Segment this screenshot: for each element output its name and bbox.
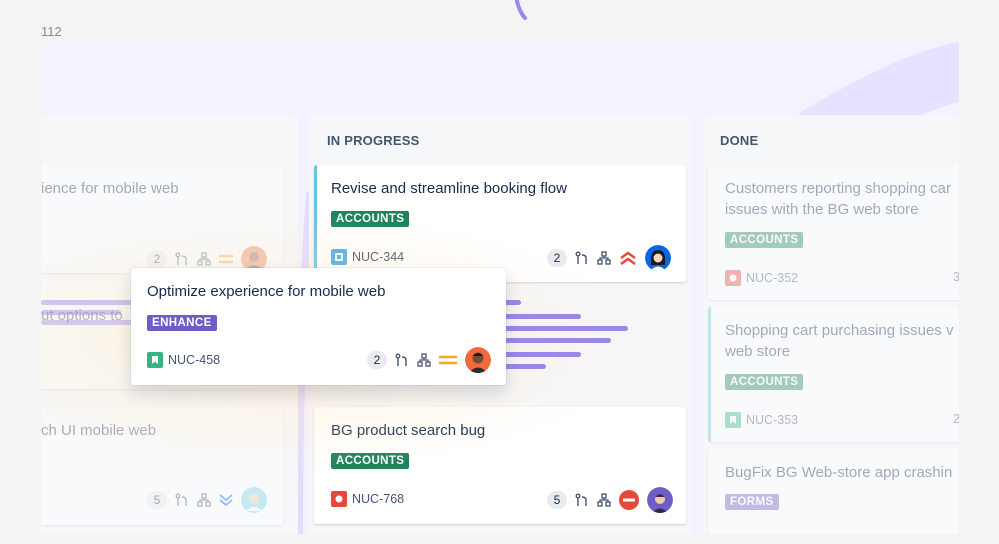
issue-key-text: NUC-352 xyxy=(746,271,799,285)
hierarchy-icon xyxy=(197,493,211,507)
card-accent-bar xyxy=(708,307,711,442)
pull-request-icon xyxy=(175,252,187,265)
card-title: ience for mobile web xyxy=(41,180,179,197)
card-meta: 2 xyxy=(547,245,671,271)
avatar xyxy=(241,487,267,513)
bug-icon xyxy=(331,491,347,507)
subtask-icon xyxy=(331,249,347,265)
label-lozenge[interactable]: ACCOUNTS xyxy=(725,232,804,248)
speed-line xyxy=(501,326,628,331)
speed-line xyxy=(41,320,136,325)
card-bugfix[interactable]: BugFix BG Web-store app crashin FORMS xyxy=(708,449,959,534)
card-meta: 5 xyxy=(547,487,673,513)
card-left-1[interactable]: ience for mobile web 2 xyxy=(41,165,283,273)
hierarchy-icon xyxy=(597,493,611,507)
card-left-3[interactable]: ch UI mobile web 5 xyxy=(41,407,283,525)
story-points-badge: 5 xyxy=(547,491,567,509)
dragged-card-nuc-458[interactable]: Optimize experience for mobile web ENHAN… xyxy=(131,268,506,385)
issue-key-text: NUC-353 xyxy=(746,413,799,427)
label-lozenge[interactable]: ENHANCE xyxy=(147,315,217,331)
issue-key[interactable]: NUC-768 xyxy=(331,491,404,507)
story-points-badge: 2 xyxy=(547,249,567,267)
hierarchy-icon xyxy=(597,251,611,265)
story-points-badge: 2 xyxy=(367,351,387,369)
avatar[interactable] xyxy=(465,347,491,373)
label-lozenge[interactable]: ACCOUNTS xyxy=(331,211,410,227)
issue-key-text: NUC-458 xyxy=(168,353,221,367)
card-nuc-344[interactable]: Revise and streamline booking flow ACCOU… xyxy=(314,165,686,282)
label-lozenge[interactable]: ACCOUNTS xyxy=(331,453,410,469)
avatar[interactable] xyxy=(645,245,671,271)
card-nuc-352[interactable]: Customers reporting shopping car issues … xyxy=(708,165,959,300)
avatar[interactable] xyxy=(647,487,673,513)
card-title: ch UI mobile web xyxy=(41,422,157,439)
card-title-line2: web store xyxy=(725,343,791,360)
bug-icon xyxy=(725,270,741,286)
issue-key[interactable]: NUC-344 xyxy=(331,249,404,265)
decorative-swoosh xyxy=(514,0,527,20)
lowest-priority-icon xyxy=(219,494,233,507)
story-icon xyxy=(725,412,741,428)
card-title: Optimize experience for mobile web xyxy=(147,283,386,300)
hierarchy-icon xyxy=(197,252,211,266)
label-lozenge[interactable]: ACCOUNTS xyxy=(725,374,804,390)
issue-key-text: NUC-344 xyxy=(352,250,405,264)
card-title-line1: BugFix BG Web-store app crashin xyxy=(725,464,953,481)
story-points: 3 xyxy=(953,270,959,284)
card-title-line2: issues with the BG web store xyxy=(725,201,919,218)
issue-key-text: NUC-768 xyxy=(352,492,405,506)
column-header: IN PROGRESS xyxy=(327,133,420,148)
card-title-line1: Customers reporting shopping car xyxy=(725,180,951,197)
column-done: DONE Customers reporting shopping car is… xyxy=(703,115,959,534)
label-lozenge[interactable]: FORMS xyxy=(725,494,779,510)
issue-key[interactable]: NUC-458 xyxy=(147,352,220,368)
card-title: BG product search bug xyxy=(331,422,486,439)
speed-line xyxy=(496,314,581,319)
speed-line xyxy=(501,338,611,343)
card-meta: 2 xyxy=(367,347,491,373)
speed-line xyxy=(501,364,546,369)
story-points-badge: 2 xyxy=(147,250,167,268)
pull-request-icon xyxy=(575,493,587,506)
blocker-priority-icon xyxy=(619,490,639,510)
story-icon xyxy=(147,352,163,368)
column-header: DONE xyxy=(720,133,759,148)
speed-line xyxy=(501,352,581,357)
pull-request-icon xyxy=(395,353,407,366)
card-title-line1: Shopping cart purchasing issues v xyxy=(725,322,954,339)
card-meta: 5 xyxy=(147,487,267,513)
story-points: 2 xyxy=(953,412,959,426)
speed-line xyxy=(41,300,141,305)
card-nuc-768[interactable]: BG product search bug ACCOUNTS NUC-768 5 xyxy=(314,407,686,524)
pull-request-icon xyxy=(175,493,187,506)
card-title: Revise and streamline booking flow xyxy=(331,180,567,197)
issue-key[interactable]: NUC-353 xyxy=(725,412,798,428)
highest-priority-icon xyxy=(620,251,636,265)
medium-priority-icon xyxy=(439,355,457,365)
card-accent-bar xyxy=(314,165,317,282)
hierarchy-icon xyxy=(417,353,431,367)
card-nuc-353[interactable]: Shopping cart purchasing issues v web st… xyxy=(708,307,959,442)
speed-line xyxy=(41,310,121,315)
pull-request-icon xyxy=(575,251,587,264)
medium-priority-icon xyxy=(219,254,233,264)
issue-key[interactable]: NUC-352 xyxy=(725,270,798,286)
page-number: 112 xyxy=(41,24,62,39)
story-points-badge: 5 xyxy=(147,491,167,509)
